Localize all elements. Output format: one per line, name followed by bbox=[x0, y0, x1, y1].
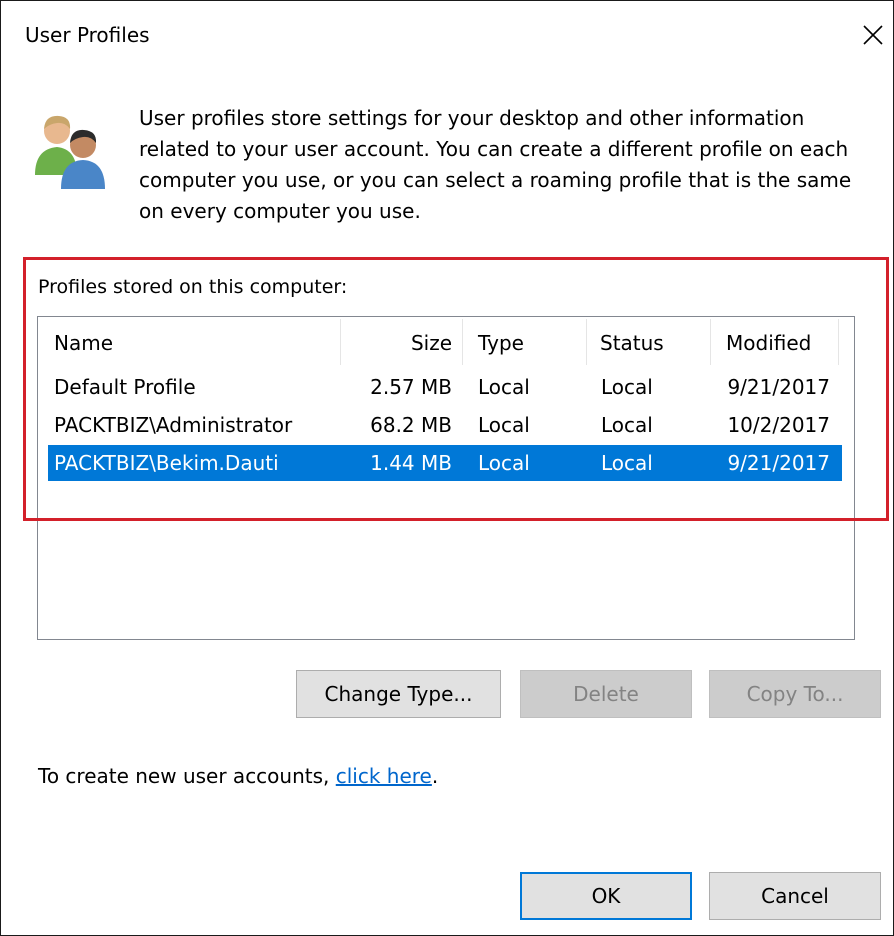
profiles-label: Profiles stored on this computer: bbox=[38, 276, 348, 298]
profiles-list[interactable]: Name Size Type Status Modified Default P… bbox=[37, 316, 855, 640]
change-type-button[interactable]: Change Type... bbox=[296, 670, 501, 718]
profile-name: Default Profile bbox=[54, 375, 196, 399]
profile-size: 2.57 MB bbox=[370, 375, 452, 399]
list-header: Name Size Type Status Modified bbox=[38, 317, 854, 369]
profile-status: Local bbox=[601, 451, 653, 475]
delete-button[interactable]: Delete bbox=[520, 670, 692, 718]
profile-name: PACKTBIZ\Bekim.Dauti bbox=[54, 451, 279, 475]
column-header-type[interactable]: Type bbox=[478, 331, 524, 355]
users-icon bbox=[35, 115, 105, 189]
footer-text: To create new user accounts, click here. bbox=[38, 764, 438, 788]
title-bar: User Profiles bbox=[1, 1, 893, 63]
cancel-button[interactable]: Cancel bbox=[709, 872, 881, 920]
column-separator[interactable] bbox=[838, 319, 839, 365]
profile-type: Local bbox=[478, 451, 530, 475]
column-header-modified[interactable]: Modified bbox=[726, 331, 811, 355]
profile-status: Local bbox=[601, 375, 653, 399]
column-header-status[interactable]: Status bbox=[600, 331, 664, 355]
description-text: User profiles store settings for your de… bbox=[139, 106, 852, 223]
profile-modified: 10/2/2017 bbox=[727, 413, 830, 437]
profile-modified: 9/21/2017 bbox=[727, 451, 830, 475]
profile-row-bekim-dauti[interactable]: PACKTBIZ\Bekim.Dauti 1.44 MB Local Local… bbox=[48, 445, 842, 481]
column-separator[interactable] bbox=[586, 319, 587, 365]
window-title: User Profiles bbox=[25, 23, 150, 47]
profile-status: Local bbox=[601, 413, 653, 437]
footer-prefix: To create new user accounts, bbox=[38, 764, 336, 788]
profile-size: 68.2 MB bbox=[370, 413, 452, 437]
column-header-size[interactable]: Size bbox=[340, 331, 452, 355]
copy-to-button[interactable]: Copy To... bbox=[709, 670, 881, 718]
column-separator[interactable] bbox=[710, 319, 711, 365]
user-profiles-dialog: User Profiles User profiles store settin… bbox=[0, 0, 894, 936]
close-button[interactable] bbox=[853, 15, 893, 55]
profile-size: 1.44 MB bbox=[370, 451, 452, 475]
footer-suffix: . bbox=[431, 764, 439, 788]
close-icon bbox=[863, 25, 883, 45]
profile-row-administrator[interactable]: PACKTBIZ\Administrator 68.2 MB Local Loc… bbox=[48, 407, 842, 443]
column-separator[interactable] bbox=[462, 319, 463, 365]
click-here-link[interactable]: click here bbox=[336, 764, 432, 788]
profile-name: PACKTBIZ\Administrator bbox=[54, 413, 293, 437]
column-header-name[interactable]: Name bbox=[54, 331, 113, 355]
ok-button[interactable]: OK bbox=[520, 872, 692, 920]
profile-type: Local bbox=[478, 375, 530, 399]
profile-type: Local bbox=[478, 413, 530, 437]
profile-modified: 9/21/2017 bbox=[727, 375, 830, 399]
profile-row-default[interactable]: Default Profile 2.57 MB Local Local 9/21… bbox=[48, 369, 842, 405]
